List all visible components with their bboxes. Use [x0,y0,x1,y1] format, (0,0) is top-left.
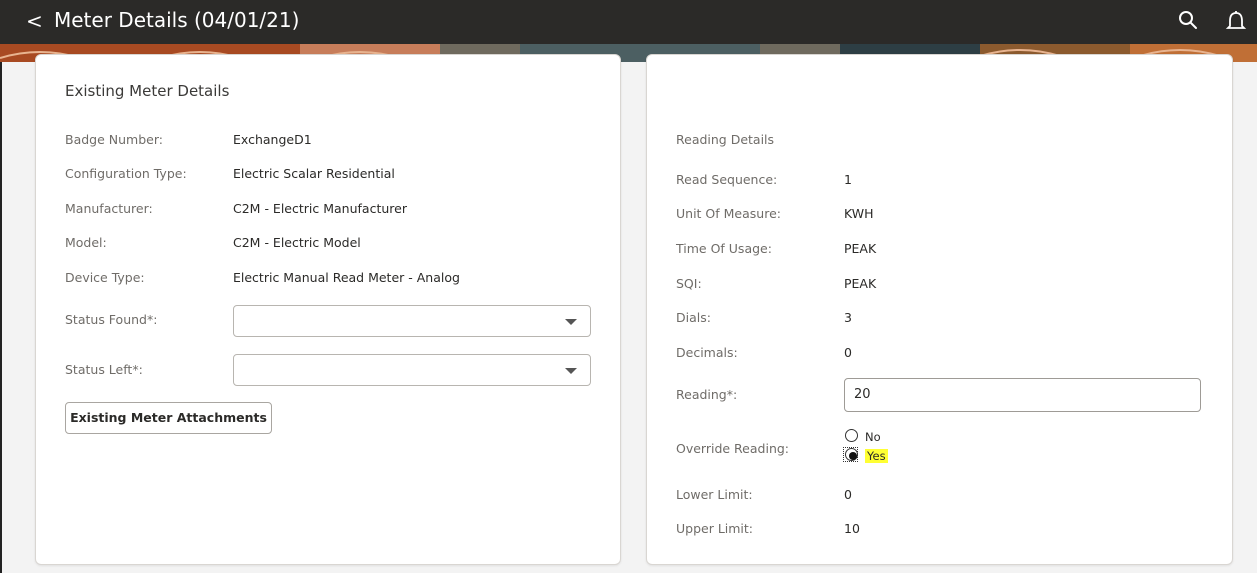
override-reading-label: Override Reading: [676,441,790,456]
radio-no-label: No [865,430,881,444]
read-sequence-label: Read Sequence: [676,172,778,187]
back-button[interactable]: < [26,9,43,33]
badge-number-label: Badge Number: [65,132,163,147]
configuration-type-label: Configuration Type: [65,166,187,181]
upper-limit-value: 10 [844,521,860,536]
search-icon[interactable] [1177,9,1199,31]
chevron-down-icon [565,368,577,374]
page-title: Meter Details (04/01/21) [54,8,300,32]
model-value: C2M - Electric Model [233,235,361,250]
status-left-label: Status Left*: [65,362,143,377]
sqi-label: SQI: [676,276,702,291]
radio-selected-icon [845,448,858,461]
bell-icon[interactable] [1225,10,1247,34]
status-found-label: Status Found*: [65,312,158,327]
reading-details-card: Reading Details Read Sequence: 1 Unit Of… [646,54,1233,565]
model-label: Model: [65,235,107,250]
sqi-value: PEAK [844,276,877,291]
manufacturer-label: Manufacturer: [65,201,153,216]
card-title: Existing Meter Details [65,82,230,100]
lower-limit-value: 0 [844,487,852,502]
badge-number-value: ExchangeD1 [233,132,312,147]
radio-unselected-icon [845,429,858,442]
decimals-label: Decimals: [676,345,738,360]
device-type-value: Electric Manual Read Meter - Analog [233,270,460,285]
reading-details-heading: Reading Details [676,132,775,147]
dials-value: 3 [844,310,852,325]
radio-yes-label: Yes [865,449,888,463]
time-of-usage-value: PEAK [844,241,877,256]
dials-label: Dials: [676,310,711,325]
read-sequence-value: 1 [844,172,852,187]
status-left-select[interactable] [233,354,591,386]
time-of-usage-label: Time Of Usage: [676,241,772,256]
upper-limit-label: Upper Limit: [676,521,754,536]
device-type-label: Device Type: [65,270,145,285]
existing-meter-card: Existing Meter Details Badge Number: Exc… [35,54,621,565]
configuration-type-value: Electric Scalar Residential [233,166,395,181]
status-found-select[interactable] [233,305,591,337]
reading-label: Reading*: [676,387,738,402]
reading-input[interactable]: 20 [844,378,1201,412]
unit-of-measure-label: Unit Of Measure: [676,206,781,221]
top-bar: < Meter Details (04/01/21) [0,0,1257,44]
manufacturer-value: C2M - Electric Manufacturer [233,201,407,216]
lower-limit-label: Lower Limit: [676,487,753,502]
unit-of-measure-value: KWH [844,206,874,221]
existing-meter-attachments-button[interactable]: Existing Meter Attachments [65,402,272,434]
decimals-value: 0 [844,345,852,360]
chevron-down-icon [565,319,577,325]
